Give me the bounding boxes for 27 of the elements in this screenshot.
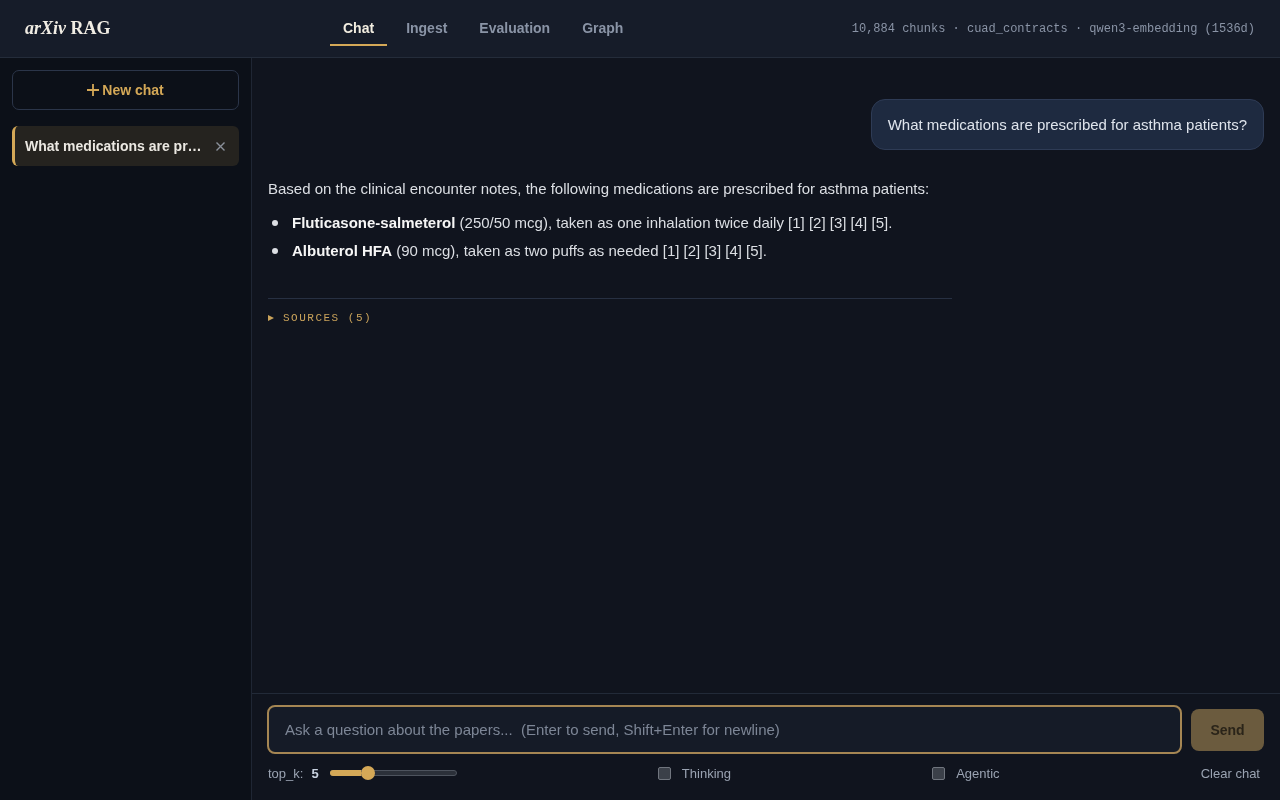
new-chat-button[interactable]: New chat <box>12 70 239 110</box>
slider-thumb[interactable] <box>361 766 376 780</box>
sources-toggle[interactable]: SOURCES (5) <box>268 312 373 324</box>
checkbox-label: Thinking <box>681 765 731 781</box>
bullet-icon <box>272 248 278 254</box>
question-input[interactable]: Ask a question about the papers... (Enter to send, Shift+Enter for newline) <box>267 705 1182 754</box>
index-status: 10,884 chunks · cuad_contracts · qwen3-embedding (1536d) <box>851 21 1256 36</box>
plus-icon <box>87 84 100 96</box>
list-item-text: Albuterol HFA (90 mcg), taken as two puffs as needed [1] [2] [3] [4] [5]. <box>292 241 767 260</box>
clear-chat-button[interactable]: Clear chat <box>1200 765 1260 781</box>
top-k-value: 5 <box>311 765 319 781</box>
bullet-icon <box>272 220 278 226</box>
top-k-label: top_k: <box>268 765 304 781</box>
nav-tab[interactable]: Ingest <box>393 11 461 46</box>
app-logo: arXiv RAG <box>24 18 111 39</box>
user-message: What medications are prescribed for asthma patients? <box>870 99 1264 150</box>
nav-tab[interactable]: Evaluation <box>466 11 564 46</box>
nav-tab[interactable]: Chat <box>330 11 388 46</box>
conversation-item[interactable]: What medications are pr… <box>12 126 239 166</box>
checkbox[interactable] <box>932 766 946 780</box>
checkbox[interactable] <box>657 766 671 780</box>
nav-tab[interactable]: Graph <box>569 11 637 46</box>
close-icon <box>216 141 225 151</box>
answer-text: Based on the clinical encounter notes, the following medications are prescribed for asthma patients: <box>268 179 931 198</box>
close-button[interactable] <box>214 139 227 153</box>
list-item-text: Fluticasone-salmeterol (250/50 mcg), taken as one inhalation twice daily [1] [2] [3] [4] [5]. <box>292 213 893 232</box>
checkbox-label: Agentic <box>956 765 1000 781</box>
